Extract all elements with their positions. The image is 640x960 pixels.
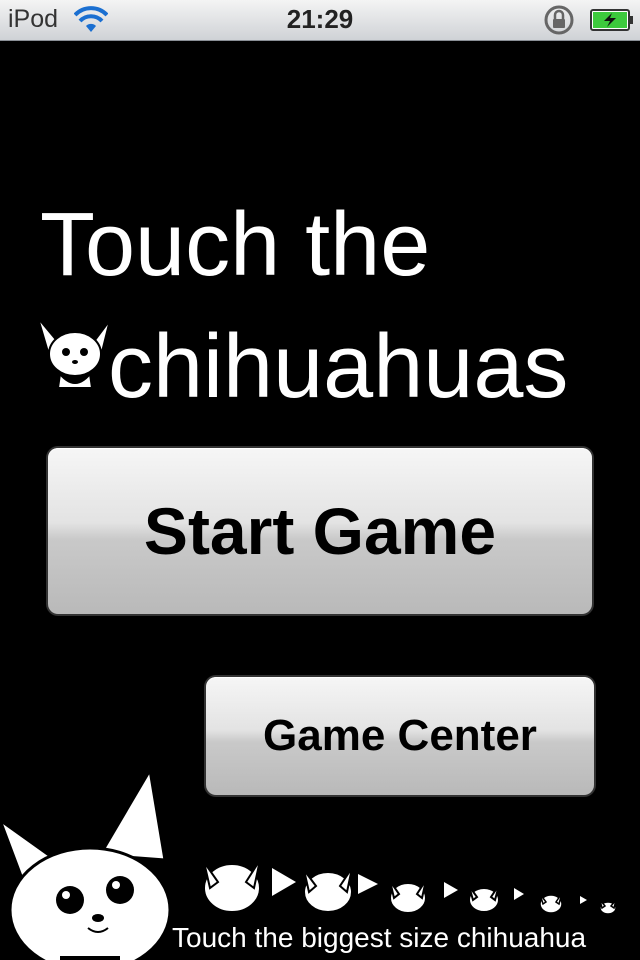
arrow-icon	[358, 874, 378, 894]
title-line-2: chihuahuas	[108, 317, 569, 417]
chihuahua-mascot-icon	[0, 765, 172, 960]
title-line-1: Touch the	[40, 195, 431, 295]
chihuahua-icon	[303, 867, 353, 913]
status-bar: iPod 21:29	[0, 0, 640, 41]
orientation-lock-icon	[544, 5, 574, 35]
game-center-button[interactable]: Game Center	[206, 677, 594, 795]
hint-text: Touch the biggest size chihuahua	[172, 922, 587, 953]
arrow-icon	[514, 888, 524, 900]
arrow-icon	[444, 882, 458, 898]
arrow-icon	[580, 896, 587, 904]
arrow-icon	[272, 868, 296, 896]
chihuahua-icon	[37, 317, 111, 389]
chihuahua-icon	[389, 879, 427, 914]
chihuahua-icon	[539, 892, 563, 914]
start-game-button[interactable]: Start Game	[48, 448, 592, 614]
chihuahua-icon	[599, 899, 617, 915]
chihuahua-icon	[468, 884, 500, 913]
size-progression-illustration	[203, 859, 617, 915]
chihuahua-icon	[203, 859, 261, 913]
battery-charging-icon	[590, 9, 633, 31]
